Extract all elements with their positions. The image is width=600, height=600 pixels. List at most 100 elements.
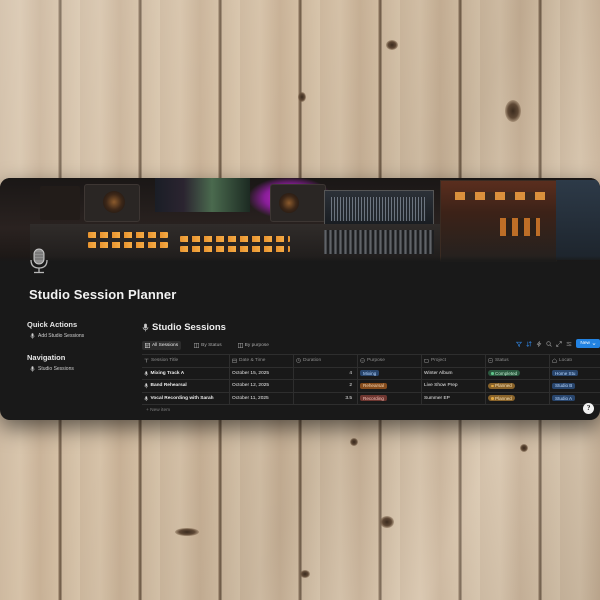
clock-icon: [296, 358, 301, 363]
banner-knobs: [180, 246, 290, 252]
settings-icon[interactable]: [566, 341, 572, 347]
column-label: Duration: [303, 358, 322, 364]
calendar-icon: [232, 359, 237, 363]
banner-knobs: [180, 236, 290, 242]
app-window: Studio Session Planner Quick Actions Add…: [0, 178, 600, 420]
add-studio-sessions-link[interactable]: Add Studio Sessions: [30, 333, 127, 339]
project-cell[interactable]: Summer EP: [422, 392, 486, 404]
tab-label: All Sessions: [152, 342, 179, 348]
database-title-row: Studio Sessions: [142, 322, 600, 333]
studio-sessions-nav-link[interactable]: Studio Sessions: [30, 366, 127, 372]
mic-icon: [30, 333, 35, 339]
project-cell[interactable]: Live Show Prep: [422, 380, 486, 392]
column-label: Locati: [559, 358, 572, 364]
table-row[interactable]: Mixing Track A October 15, 2025 4 Mixing…: [142, 367, 600, 380]
purpose-cell[interactable]: Rehearsal: [358, 380, 422, 392]
mic-icon: [144, 383, 149, 389]
tab-label: By purpose: [244, 342, 269, 348]
help-button[interactable]: ?: [583, 403, 594, 414]
text-icon: [144, 358, 149, 363]
sort-icon[interactable]: [526, 340, 533, 347]
sessions-table: Session Title Date & Time Duration Purpo…: [142, 354, 600, 405]
purpose-cell[interactable]: Recording: [358, 392, 422, 404]
lightning-icon[interactable]: [536, 340, 542, 347]
filter-icon[interactable]: [516, 341, 523, 347]
banner-console-edge: [0, 256, 600, 262]
chevron-down-icon[interactable]: [592, 342, 596, 346]
session-title-cell[interactable]: Mixing Track A: [142, 367, 230, 379]
new-button[interactable]: New: [576, 339, 600, 348]
purpose-tag: Recording: [360, 395, 387, 402]
quick-actions-heading: Quick Actions: [27, 320, 78, 329]
new-button-label: New: [580, 341, 590, 346]
mic-icon: [144, 370, 149, 376]
banner-rack-lights: [500, 218, 540, 236]
location-cell[interactable]: Studio B: [550, 382, 600, 389]
status-badge: Completed: [488, 370, 521, 377]
location-tag: Home Stu: [552, 370, 579, 377]
location-cell[interactable]: Home Stu: [550, 370, 600, 377]
expand-icon[interactable]: [556, 340, 563, 347]
wood-knot: [350, 438, 358, 446]
search-icon[interactable]: [546, 340, 553, 347]
status-cell[interactable]: Planned: [486, 380, 550, 392]
column-header-session-title[interactable]: Session Title: [142, 355, 230, 367]
project-cell[interactable]: Winter Album: [422, 367, 486, 379]
location-cell[interactable]: Studio A: [550, 395, 600, 402]
banner-monitor-art: [155, 178, 250, 212]
column-header-project[interactable]: Project: [422, 355, 486, 367]
tab-by-status[interactable]: By Status: [191, 341, 225, 350]
column-header-location[interactable]: Locati: [550, 358, 600, 363]
table-row[interactable]: Vocal Recording with Sarah October 11, 2…: [142, 392, 600, 405]
tab-all-sessions[interactable]: All Sessions: [142, 340, 182, 350]
banner-speaker: [84, 184, 140, 222]
link-label: Add Studio Sessions: [38, 333, 85, 339]
mic-icon: [144, 395, 149, 401]
duration-cell[interactable]: 3.5: [294, 392, 358, 404]
grid-icon: [145, 342, 150, 348]
location-tag: Studio A: [552, 395, 576, 402]
mic-icon: [142, 323, 149, 332]
new-item-button[interactable]: + New item: [146, 408, 600, 413]
page-mic-icon: [30, 248, 48, 274]
banner-rack-lights: [455, 192, 545, 200]
column-header-duration[interactable]: Duration: [294, 355, 358, 367]
tab-by-purpose[interactable]: By purpose: [235, 341, 272, 350]
location-tag: Studio B: [552, 382, 576, 389]
sessions-database: Studio Sessions All Sessions By Status B…: [142, 322, 600, 413]
column-label: Session Title: [151, 358, 179, 364]
column-header-status[interactable]: Status: [486, 355, 550, 367]
duration-cell[interactable]: 2: [294, 380, 358, 392]
status-label: Planned: [495, 395, 512, 401]
database-title[interactable]: Studio Sessions: [152, 322, 226, 333]
home-icon: [552, 358, 557, 363]
table-row[interactable]: Band Rehearsal October 12, 2025 2 Rehear…: [142, 380, 600, 393]
date-cell[interactable]: October 15, 2025: [230, 367, 294, 379]
status-dot: [491, 372, 494, 375]
status-label: Planned: [495, 383, 512, 389]
session-title-cell[interactable]: Band Rehearsal: [142, 380, 230, 392]
date-cell[interactable]: October 11, 2025: [230, 392, 294, 404]
session-title-cell[interactable]: Vocal Recording with Sarah: [142, 392, 230, 404]
column-header-purpose[interactable]: Purpose: [358, 355, 422, 367]
banner-left-speaker: [40, 186, 80, 220]
status-cell[interactable]: Completed: [486, 367, 550, 379]
cover-banner: [0, 178, 600, 262]
column-label: Status: [495, 358, 509, 364]
date-cell[interactable]: October 12, 2025: [230, 380, 294, 392]
view-tabs: All Sessions By Status By purpose New: [142, 339, 600, 351]
wood-knot: [175, 528, 199, 536]
column-label: Project: [431, 358, 446, 364]
mic-icon: [30, 366, 35, 372]
purpose-tag: Rehearsal: [360, 382, 387, 389]
status-icon: [488, 358, 493, 363]
purpose-cell[interactable]: Mixing: [358, 367, 422, 379]
status-cell[interactable]: Planned: [486, 392, 550, 404]
banner-faders: [324, 230, 434, 254]
column-label: Purpose: [367, 358, 385, 364]
wood-knot: [300, 570, 310, 578]
folder-icon: [424, 359, 429, 363]
duration-cell[interactable]: 4: [294, 367, 358, 379]
status-badge: Planned: [488, 395, 515, 402]
column-header-date[interactable]: Date & Time: [230, 355, 294, 367]
